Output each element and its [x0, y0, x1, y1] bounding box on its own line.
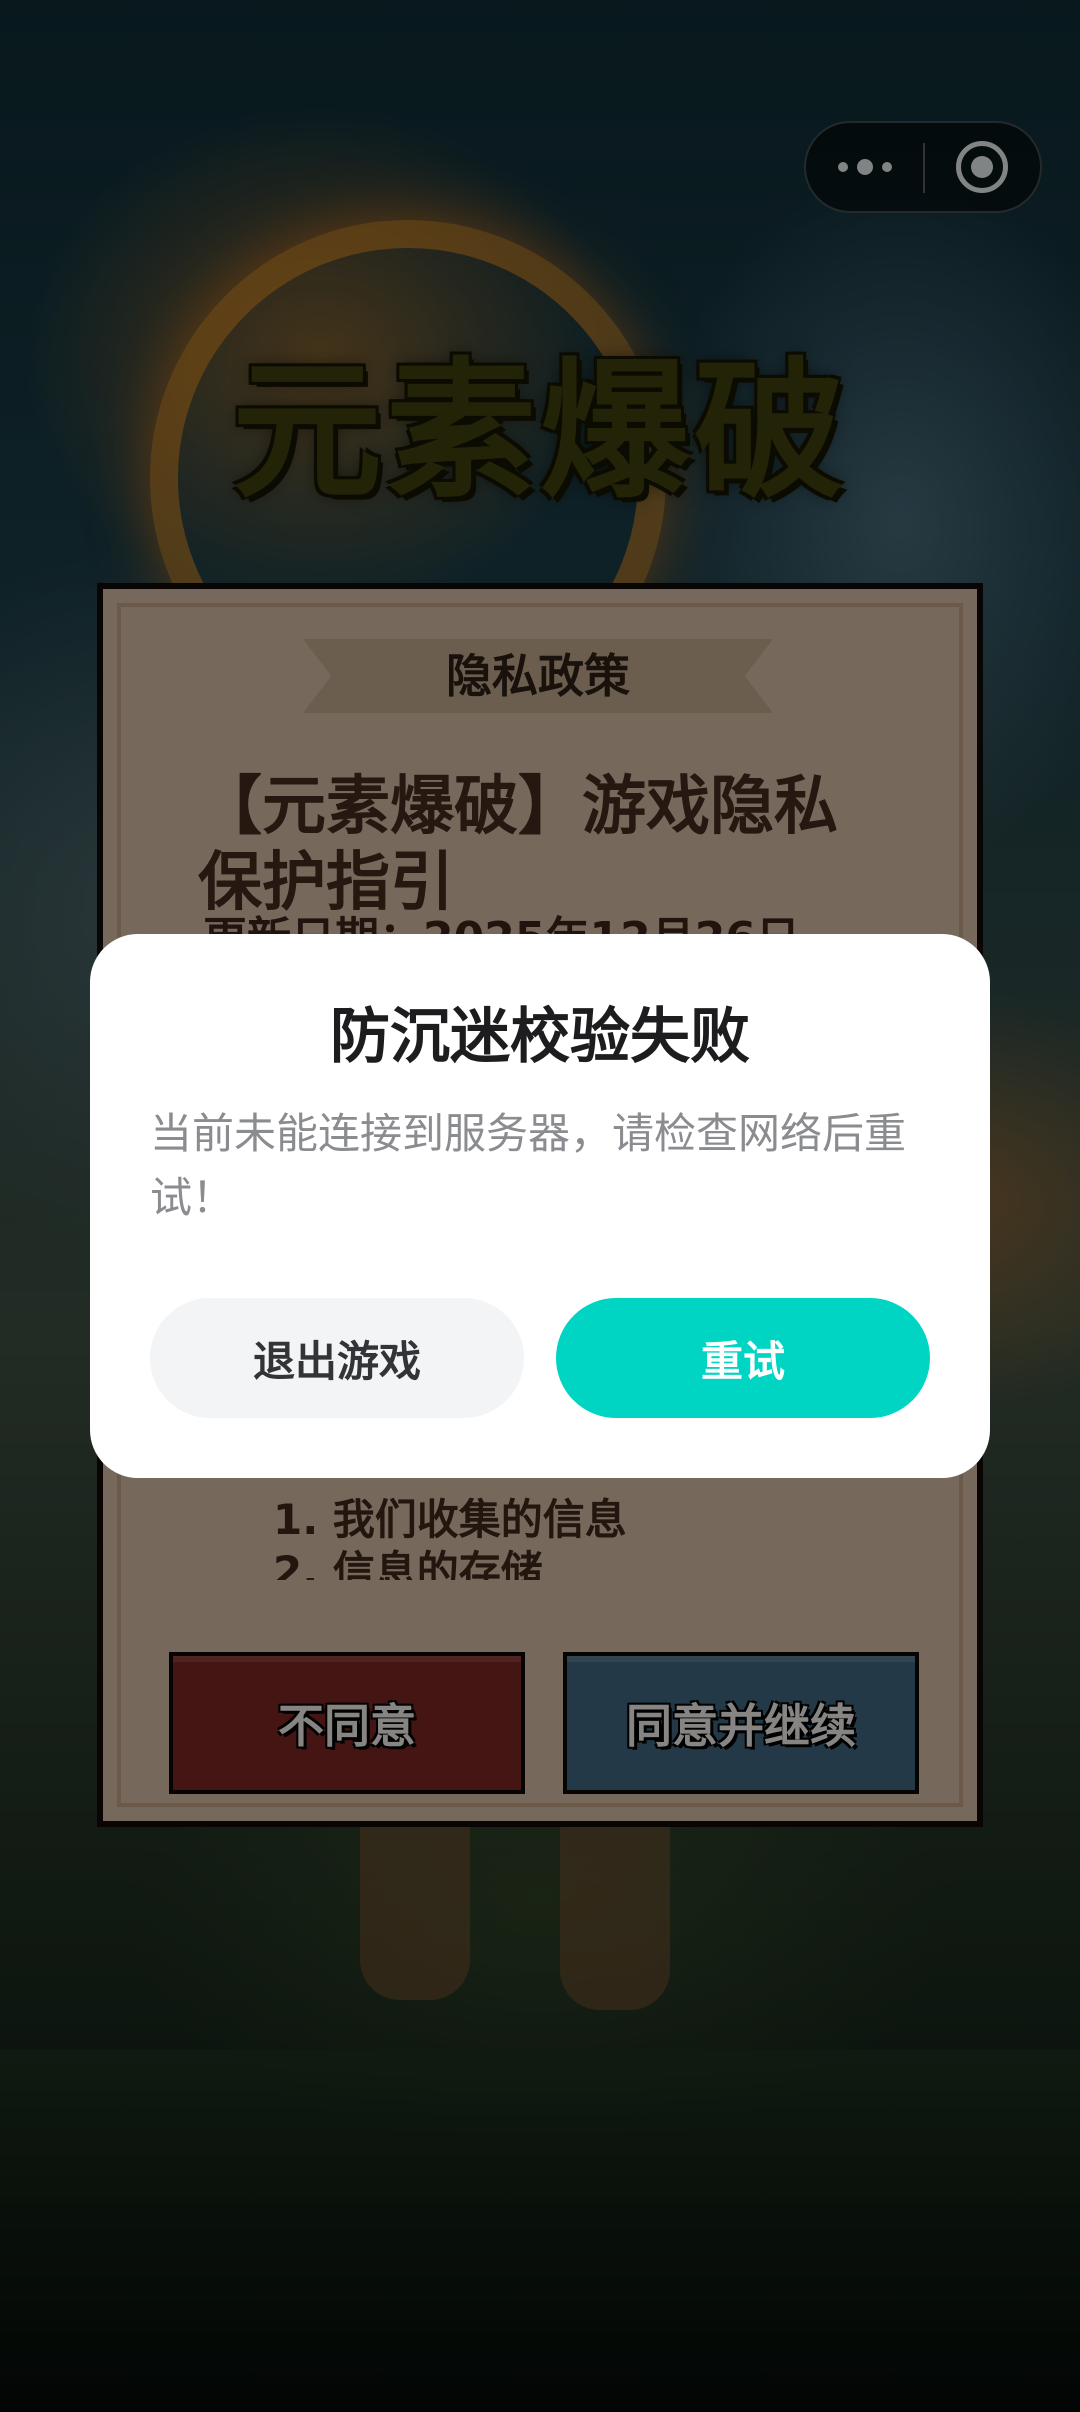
dialog-title: 防沉迷校验失败	[330, 1002, 750, 1072]
anti-addiction-dialog: 防沉迷校验失败 当前未能连接到服务器，请检查网络后重试！ 退出游戏 重试	[90, 934, 990, 1478]
dialog-message: 当前未能连接到服务器，请检查网络后重试！	[150, 1109, 907, 1222]
retry-button[interactable]: 重试	[556, 1298, 930, 1418]
exit-game-button[interactable]: 退出游戏	[150, 1298, 524, 1418]
